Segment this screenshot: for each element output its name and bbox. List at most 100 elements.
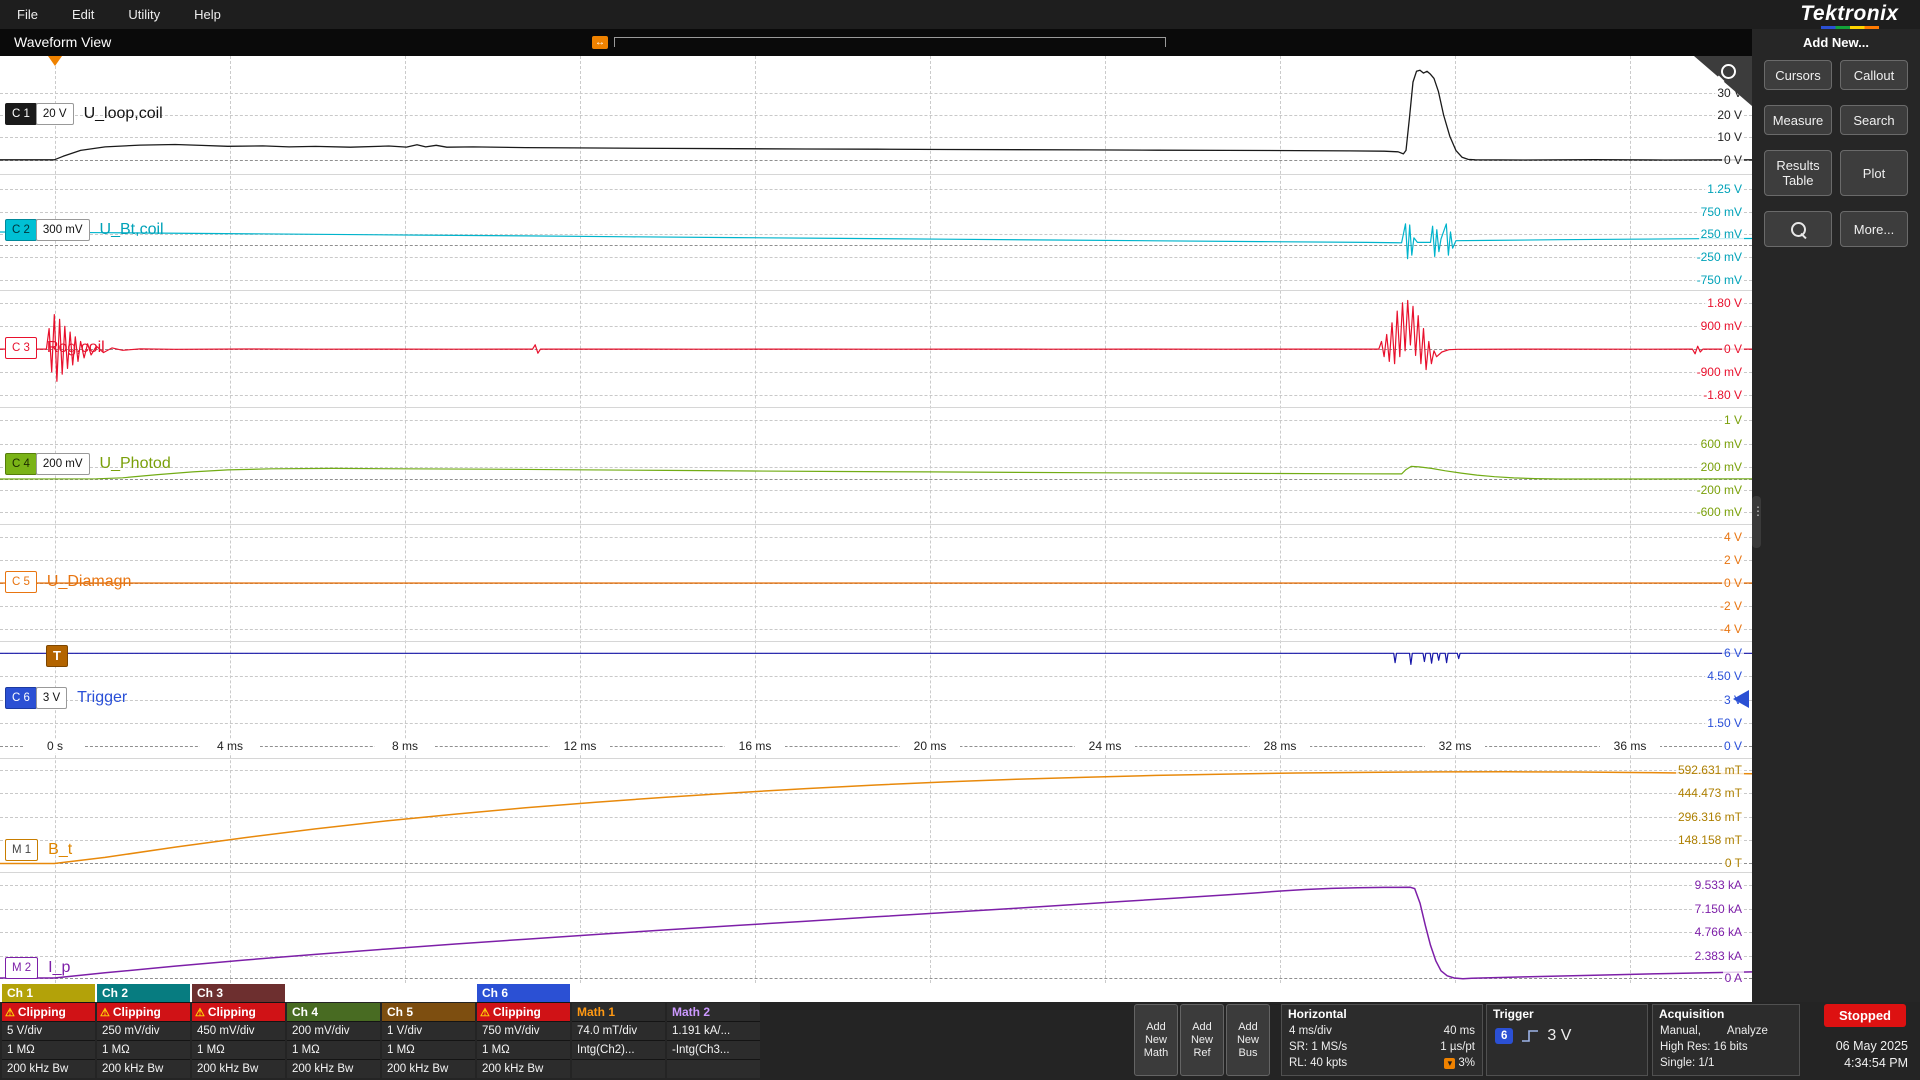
add-new-bus-line1: Add bbox=[1238, 1021, 1258, 1034]
scale-label-m1: 296.316 mT bbox=[1676, 809, 1744, 825]
scale-label-m1: 0 T bbox=[1723, 855, 1744, 871]
scale-label-ch2: 250 mV bbox=[1699, 226, 1744, 242]
channel-setting: 1 MΩ bbox=[192, 1041, 285, 1059]
date-label: 06 May 2025 bbox=[1836, 1038, 1908, 1055]
channel-setting: 200 mV/div bbox=[287, 1022, 380, 1040]
channel-setting: 200 kHz Bw bbox=[382, 1060, 475, 1078]
pan-zoom-rail[interactable] bbox=[614, 37, 1166, 47]
horizontal-record-length: RL: 40 kpts bbox=[1289, 1055, 1347, 1071]
menu-help[interactable]: Help bbox=[177, 0, 238, 29]
scale-label-ch5: 0 V bbox=[1722, 575, 1744, 591]
channel-badge-ch3[interactable]: C 3 bbox=[6, 337, 37, 359]
badge-cell: 300 mV bbox=[36, 219, 90, 241]
measure-button[interactable]: Measure bbox=[1764, 105, 1832, 135]
run-stop-status-button[interactable]: Stopped bbox=[1824, 1004, 1906, 1027]
horizontal-badge[interactable]: Horizontal 4 ms/div 40 ms SR: 1 MS/s 1 µ… bbox=[1281, 1004, 1483, 1076]
add-new-ref-button[interactable]: Add New Ref bbox=[1180, 1004, 1224, 1076]
scale-label-ch6: 6 V bbox=[1722, 645, 1744, 661]
channel-badge-column-8[interactable]: Math 21.191 kA/...-Intg(Ch3... bbox=[667, 1003, 760, 1078]
channel-badge-ch5[interactable]: C 5 bbox=[6, 571, 37, 593]
scale-label-ch6: 1.50 V bbox=[1705, 715, 1744, 731]
add-new-bus-button[interactable]: Add New Bus bbox=[1226, 1004, 1270, 1076]
add-new-ref-line3: Ref bbox=[1193, 1047, 1210, 1060]
badge-cell: C 4 bbox=[5, 453, 37, 475]
badge-cell: C 5 bbox=[5, 571, 37, 593]
channel-header: Ch 3 bbox=[192, 984, 285, 1002]
scale-label-m1: 444.473 mT bbox=[1676, 785, 1744, 801]
clipping-badge: ⚠Clipping bbox=[2, 1003, 95, 1021]
channel-badge-row-ch3: C 3Rog,coil bbox=[6, 337, 105, 359]
scale-label-m2: 4.766 kA bbox=[1693, 924, 1744, 940]
scale-label-ch4: 600 mV bbox=[1699, 436, 1744, 452]
scale-label-ch3: 1.80 V bbox=[1705, 295, 1744, 311]
channel-setting: 200 kHz Bw bbox=[192, 1060, 285, 1078]
horizontal-scale: 4 ms/div bbox=[1289, 1023, 1332, 1039]
callout-button[interactable]: Callout bbox=[1840, 60, 1908, 90]
scale-label-ch3: -900 mV bbox=[1695, 364, 1744, 380]
menu-utility[interactable]: Utility bbox=[111, 0, 177, 29]
menu-edit[interactable]: Edit bbox=[55, 0, 111, 29]
acquisition-badge[interactable]: Acquisition Manual, Analyze High Res: 16… bbox=[1652, 1004, 1800, 1076]
channel-badge-ch6[interactable]: C 63 V bbox=[6, 687, 67, 709]
add-new-heading: Add New... bbox=[1752, 35, 1920, 50]
time-label: 24 ms bbox=[1075, 739, 1135, 753]
badge-cell: 200 mV bbox=[36, 453, 90, 475]
sidebar-splitter-handle[interactable] bbox=[1752, 496, 1761, 548]
scale-label-ch5: 4 V bbox=[1722, 529, 1744, 545]
magnifier-icon bbox=[1791, 222, 1806, 237]
search-button[interactable]: Search bbox=[1840, 105, 1908, 135]
trigger-position-marker[interactable] bbox=[48, 56, 62, 66]
trigger-badge-panel[interactable]: Trigger 6 3 V bbox=[1486, 1004, 1648, 1076]
channel-badge-ch1[interactable]: C 120 V bbox=[6, 103, 74, 125]
channel-badge-row-ch1: C 120 VU_loop,coil bbox=[6, 103, 163, 125]
channel-badge-m2[interactable]: M 2 bbox=[6, 957, 38, 979]
channel-label-ch5: U_Diamagn bbox=[47, 573, 131, 591]
channel-badge-m1[interactable]: M 1 bbox=[6, 839, 38, 861]
add-new-math-button[interactable]: Add New Math bbox=[1134, 1004, 1178, 1076]
time-label: 32 ms bbox=[1425, 739, 1485, 753]
expansion-point-icon[interactable] bbox=[592, 36, 608, 49]
menu-file[interactable]: File bbox=[0, 0, 55, 29]
channel-badge-column-2[interactable]: Ch 2⚠Clipping250 mV/div1 MΩ200 kHz Bw bbox=[97, 984, 190, 1078]
channel-badge-row-ch5: C 5 U_Diamagn bbox=[6, 571, 131, 593]
horizontal-sample-rate: SR: 1 MS/s bbox=[1289, 1039, 1347, 1055]
channel-setting: 1 MΩ bbox=[382, 1041, 475, 1059]
more-button[interactable]: More... bbox=[1840, 211, 1908, 247]
tektronix-wordmark: Tektronix bbox=[1782, 2, 1917, 26]
channel-badge-column-4[interactable]: Ch 4200 mV/div1 MΩ200 kHz Bw bbox=[287, 1003, 380, 1078]
channel-badge-column-7[interactable]: Math 174.0 mT/divIntg(Ch2)... bbox=[572, 1003, 665, 1078]
plot-button[interactable]: Plot bbox=[1840, 150, 1908, 196]
channel-badge-column-1[interactable]: Ch 1⚠Clipping5 V/div1 MΩ200 kHz Bw bbox=[2, 984, 95, 1078]
channel-badge-ch2[interactable]: C 2300 mV bbox=[6, 219, 90, 241]
channel-band-ch5: 4 V2 V0 V-2 V-4 VC 5U_Diamagn bbox=[0, 524, 1752, 642]
add-new-ref-line2: New bbox=[1191, 1034, 1213, 1047]
trace-ch2 bbox=[0, 174, 1752, 290]
waveform-plot[interactable]: 30 V20 V10 V0 VC 120 VU_loop,coil1.25 V7… bbox=[0, 56, 1752, 983]
scale-label-ch3: 0 V bbox=[1722, 341, 1744, 357]
channel-label-ch6: Trigger bbox=[77, 689, 127, 707]
channel-badge-column-3[interactable]: Ch 3⚠Clipping450 mV/div1 MΩ200 kHz Bw bbox=[192, 984, 285, 1078]
channel-label-m1: B_t bbox=[48, 841, 72, 859]
scale-label-ch3: -1.80 V bbox=[1701, 387, 1744, 403]
add-new-ref-line1: Add bbox=[1192, 1021, 1212, 1034]
results-table-button[interactable]: Results Table bbox=[1764, 150, 1832, 196]
scale-label-ch6: 4.50 V bbox=[1705, 668, 1744, 684]
clipping-badge: ⚠Clipping bbox=[97, 1003, 190, 1021]
channel-badge-column-6[interactable]: Ch 6⚠Clipping750 mV/div1 MΩ200 kHz Bw bbox=[477, 984, 570, 1078]
trigger-level-arrow[interactable] bbox=[1733, 690, 1749, 708]
trigger-source-channel-badge[interactable]: T bbox=[46, 645, 68, 667]
channel-band-ch1: 30 V20 V10 V0 VC 120 VU_loop,coil bbox=[0, 56, 1752, 175]
acquisition-single: Single: 1/1 bbox=[1660, 1055, 1714, 1071]
time-label: 12 ms bbox=[550, 739, 610, 753]
scale-label-m1: 592.631 mT bbox=[1676, 762, 1744, 778]
badge-cell: M 2 bbox=[5, 957, 38, 979]
horizontal-title: Horizontal bbox=[1282, 1005, 1482, 1023]
acquisition-detail: High Res: 16 bits bbox=[1660, 1039, 1748, 1055]
channel-badge-column-5[interactable]: Ch 51 V/div1 MΩ200 kHz Bw bbox=[382, 1003, 475, 1078]
cursors-button[interactable]: Cursors bbox=[1764, 60, 1832, 90]
warning-icon: ⚠ bbox=[5, 1007, 15, 1019]
channel-setting: 200 kHz Bw bbox=[97, 1060, 190, 1078]
zoom-button[interactable] bbox=[1764, 211, 1832, 247]
channel-badge-ch4[interactable]: C 4200 mV bbox=[6, 453, 90, 475]
channel-badge-row-ch6: C 63 V Trigger bbox=[6, 687, 127, 709]
